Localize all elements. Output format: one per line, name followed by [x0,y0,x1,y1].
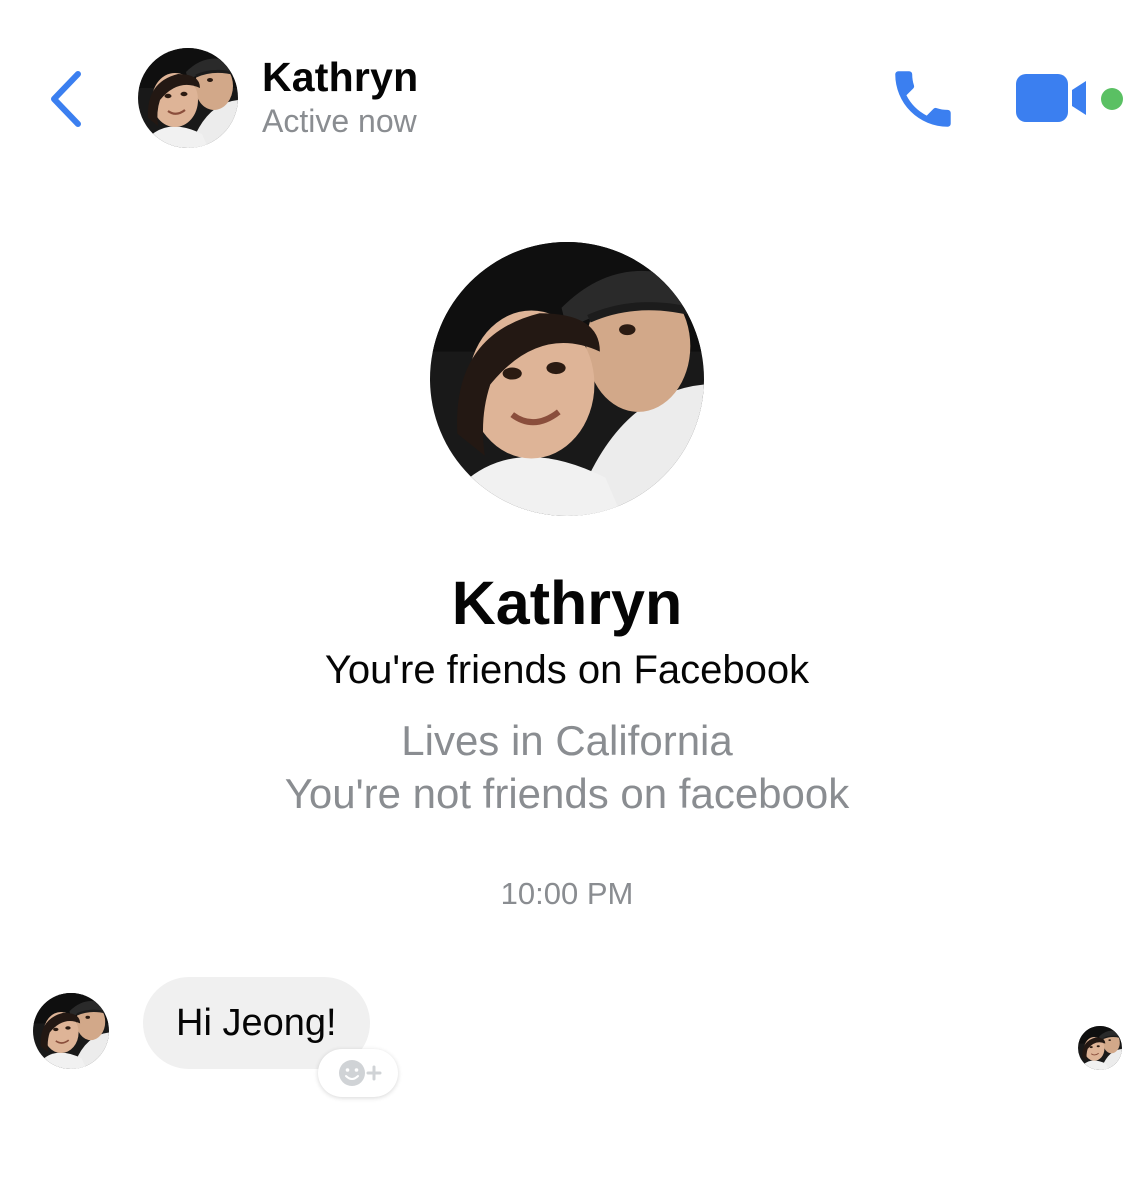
phone-icon [895,71,951,127]
message-timestamp: 10:00 PM [500,876,634,911]
seen-receipt-avatar [1078,1026,1122,1070]
profile-avatar[interactable] [430,242,704,516]
voice-call-button[interactable] [886,62,960,136]
back-button[interactable] [44,64,92,134]
header-contact-name[interactable]: Kathryn [262,54,418,101]
video-camera-icon [1016,74,1086,122]
message-sender-avatar[interactable] [33,993,109,1069]
message-text: Hi Jeong! [176,1001,337,1044]
chevron-left-icon [51,71,81,127]
add-reaction-button[interactable] [318,1049,398,1097]
friends-status: You're friends on Facebook [324,648,810,692]
video-call-button[interactable] [1012,70,1092,126]
profile-name: Kathryn [451,569,683,637]
profile-note: You're not friends on facebook [284,770,850,817]
profile-photo [430,242,704,516]
online-indicator [1101,88,1123,110]
sender-photo [33,993,109,1069]
add-reaction-icon [339,1060,382,1086]
location-text: Lives in California [401,717,733,764]
seen-photo [1078,1026,1122,1070]
header-status: Active now [262,103,417,139]
header-avatar[interactable] [138,48,238,148]
contact-photo [138,48,238,148]
